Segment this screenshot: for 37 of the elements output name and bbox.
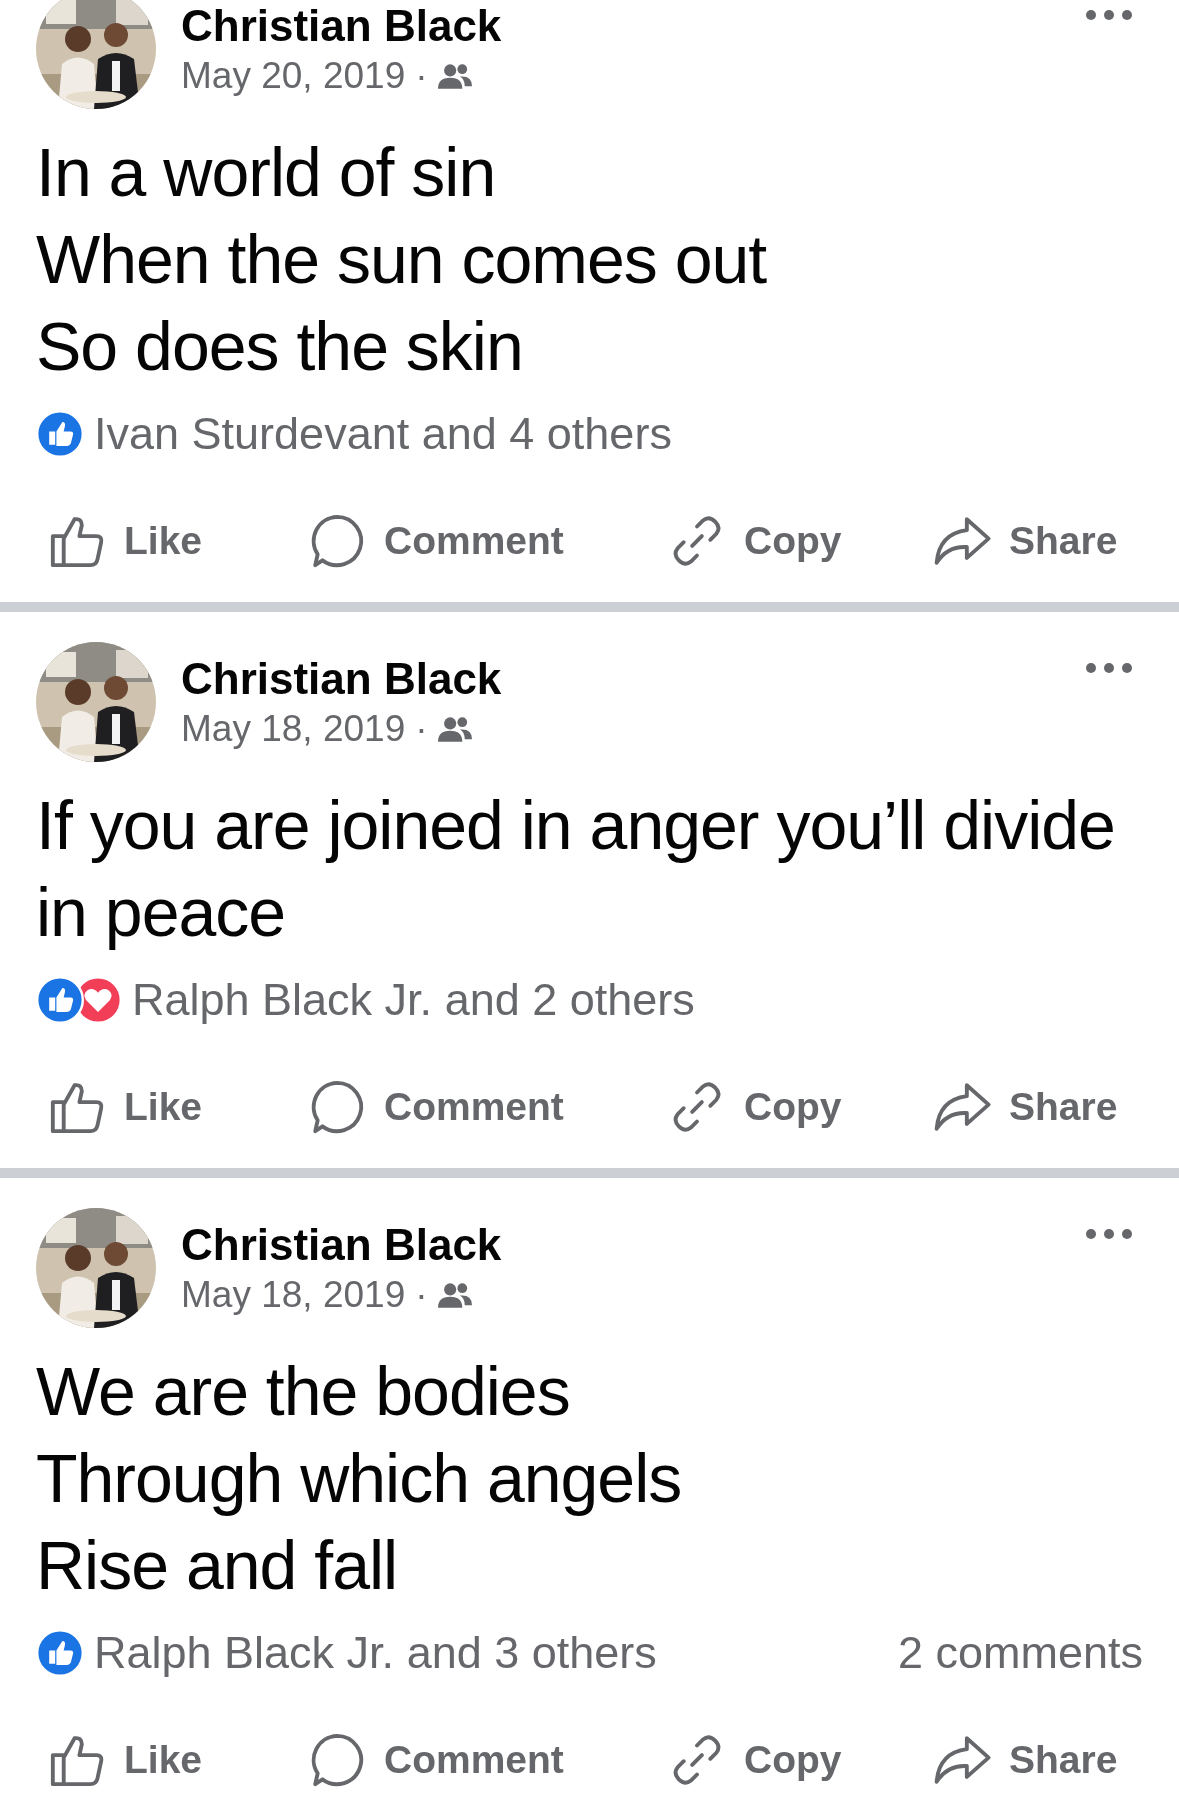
like-reaction-icon [36, 410, 84, 458]
more-options-icon[interactable] [1085, 662, 1133, 674]
comment-count[interactable]: 2 comments [897, 1627, 1143, 1679]
separator: · [415, 708, 428, 750]
like-reaction-icon [36, 976, 84, 1024]
copy-button[interactable]: Copy [656, 512, 921, 570]
author-name[interactable]: Christian Black [181, 3, 502, 49]
more-options-icon[interactable] [1085, 9, 1133, 21]
comment-button[interactable]: Comment [296, 1731, 656, 1789]
copy-button[interactable]: Copy [656, 1078, 921, 1136]
post-text: We are the bodies Through which angels Rise and fall [36, 1352, 683, 1605]
post-date[interactable]: May 20, 2019 [181, 55, 406, 97]
post-date[interactable]: May 18, 2019 [181, 1274, 406, 1316]
friends-icon [437, 62, 472, 90]
share-button[interactable]: Share [921, 1731, 1143, 1789]
reaction-summary[interactable]: Ralph Black Jr. and 3 others [94, 1627, 657, 1679]
comment-button[interactable]: Comment [296, 512, 656, 570]
author-name[interactable]: Christian Black [181, 1222, 502, 1268]
reaction-summary[interactable]: Ralph Black Jr. and 2 others [132, 974, 695, 1026]
comment-button[interactable]: Comment [296, 1078, 656, 1136]
post-text: In a world of sin When the sun comes out So does the skin [36, 133, 768, 386]
friends-icon [437, 1281, 472, 1309]
copy-button[interactable]: Copy [656, 1731, 921, 1789]
share-button[interactable]: Share [921, 512, 1143, 570]
like-button[interactable]: Like [36, 1731, 296, 1789]
like-button[interactable]: Like [36, 512, 296, 570]
post-text: If you are joined in anger you’ll divide in peace [36, 786, 1116, 952]
post-date[interactable]: May 18, 2019 [181, 708, 406, 750]
separator: · [415, 1274, 428, 1316]
friends-icon [437, 715, 472, 743]
like-button[interactable]: Like [36, 1078, 296, 1136]
reaction-summary[interactable]: Ivan Sturdevant and 4 others [94, 408, 672, 460]
share-button[interactable]: Share [921, 1078, 1143, 1136]
like-reaction-icon [36, 1629, 84, 1677]
separator: · [415, 55, 428, 97]
author-name[interactable]: Christian Black [181, 656, 502, 702]
more-options-icon[interactable] [1085, 1228, 1133, 1240]
